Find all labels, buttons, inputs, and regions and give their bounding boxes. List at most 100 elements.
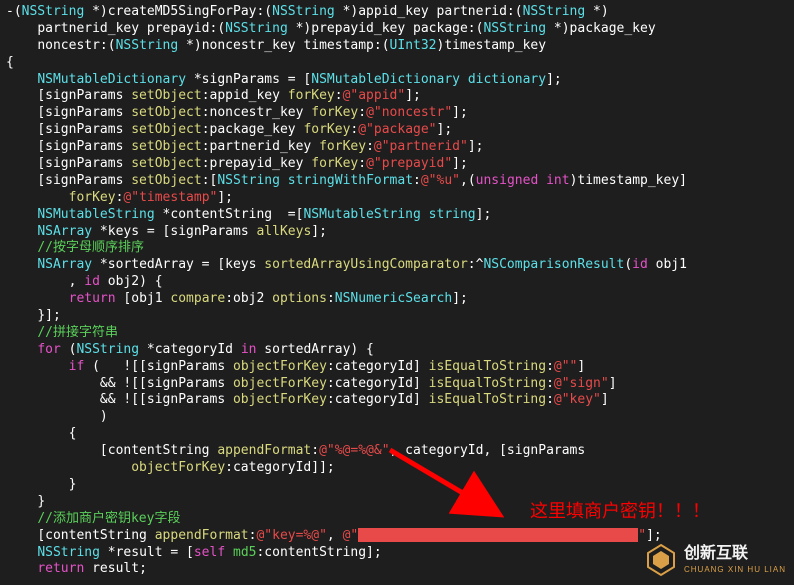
code-line: { <box>6 55 788 72</box>
code-token: :categoryId] <box>327 376 429 391</box>
code-token: setObject <box>131 156 201 171</box>
code-token: ]; <box>452 156 468 171</box>
code-token: :noncestr_key <box>202 105 312 120</box>
code-token <box>6 240 37 255</box>
code-token: [signParams <box>6 173 131 188</box>
code-token: setObject <box>131 139 201 154</box>
code-token: ]; <box>437 122 453 137</box>
code-token: ]; <box>452 291 468 306</box>
code-token: forKey <box>311 156 358 171</box>
code-token: ]; <box>452 105 468 120</box>
code-line: NSMutableString *contentString =[NSMutab… <box>6 207 788 224</box>
code-token: forKey <box>69 190 116 205</box>
code-token: ] <box>601 392 609 407</box>
code-token: [signParams <box>6 139 131 154</box>
code-token: *)appid_key partnerid:( <box>335 4 523 19</box>
code-token: NSString <box>76 342 139 357</box>
code-token: setObject <box>131 122 201 137</box>
code-token: @"noncestr" <box>366 105 452 120</box>
code-token <box>6 511 37 526</box>
code-token: md5 <box>233 545 256 560</box>
code-token: :obj2 <box>225 291 272 306</box>
code-token: partnerid_key prepayid:( <box>6 21 225 36</box>
code-token: ]; <box>546 72 562 87</box>
code-token: *) <box>585 4 608 19</box>
code-token: [signParams <box>6 156 131 171</box>
code-line: ) <box>6 409 788 426</box>
code-line: [signParams setObject:package_key forKey… <box>6 122 788 139</box>
code-token: :^ <box>468 257 484 272</box>
code-line: //按字母顺序排序 <box>6 240 788 257</box>
code-token: id <box>84 274 100 289</box>
code-token: *result = [ <box>100 545 194 560</box>
code-token: && ![[signParams <box>6 392 233 407</box>
code-token <box>6 325 37 340</box>
code-line: && ![[signParams objectForKey:categoryId… <box>6 376 788 393</box>
code-token: *)noncestr_key timestamp:( <box>178 38 389 53</box>
code-token: : <box>327 291 335 306</box>
code-token: && ![[signParams <box>6 376 233 391</box>
code-token: @"timestamp" <box>123 190 217 205</box>
code-line: }]; <box>6 308 788 325</box>
code-token: : <box>546 359 554 374</box>
code-token: sortedArray) { <box>256 342 373 357</box>
code-token: NSMutableDictionary <box>311 72 460 87</box>
watermark-logo-icon <box>644 543 678 577</box>
code-token: , categoryId, [signParams <box>390 443 594 458</box>
code-token: { <box>6 426 76 441</box>
code-line: [signParams setObject:noncestr_key forKe… <box>6 105 788 122</box>
code-token: @"" <box>554 359 577 374</box>
code-token <box>6 561 37 576</box>
code-token: , <box>6 274 84 289</box>
code-token: NSMutableString <box>37 207 154 222</box>
code-token: isEqualToString <box>429 376 546 391</box>
code-token: :categoryId] <box>327 392 429 407</box>
code-token: @"key=%@" <box>256 528 326 543</box>
code-token: return <box>69 291 116 306</box>
code-token: NSString <box>116 38 179 53</box>
code-token: @"package" <box>358 122 436 137</box>
code-token: setObject <box>131 105 201 120</box>
code-token: [signParams <box>6 122 131 137</box>
code-token: isEqualToString <box>429 359 546 374</box>
code-line: if ( ![[signParams objectForKey:category… <box>6 359 788 376</box>
code-token: appendFormat <box>155 528 249 543</box>
code-token: options <box>272 291 327 306</box>
code-token: " <box>638 528 646 543</box>
code-token: in <box>241 342 257 357</box>
code-token: //按字母顺序排序 <box>37 240 144 255</box>
code-token: obj1 <box>648 257 687 272</box>
code-token: : <box>546 392 554 407</box>
code-token <box>6 72 37 87</box>
code-token: { <box>6 55 14 70</box>
code-line: , id obj2) { <box>6 274 788 291</box>
code-token <box>6 342 37 357</box>
code-line: [signParams setObject:[NSString stringWi… <box>6 173 788 190</box>
code-token: [contentString <box>6 528 155 543</box>
code-token: NSString <box>483 21 546 36</box>
code-token: , <box>327 528 343 543</box>
code-token: @"prepayid" <box>366 156 452 171</box>
code-token: @"partnerid" <box>374 139 468 154</box>
code-token: obj2) { <box>100 274 163 289</box>
code-token: -( <box>6 4 22 19</box>
code-token: NSArray <box>37 257 92 272</box>
code-token: @"appid" <box>343 88 406 103</box>
code-line: -(NSString *)createMD5SingForPay:(NSStri… <box>6 4 788 21</box>
code-token: id <box>632 257 648 272</box>
code-token: } <box>6 477 76 492</box>
code-token: //添加商户密钥key字段 <box>37 511 180 526</box>
code-token <box>6 257 37 272</box>
code-token: : <box>335 88 343 103</box>
code-token: :partnerid_key <box>202 139 319 154</box>
code-token: ]; <box>468 139 484 154</box>
code-line: [signParams setObject:prepayid_key forKe… <box>6 156 788 173</box>
code-token: NSString <box>523 4 586 19</box>
code-token: objectForKey <box>131 460 225 475</box>
code-token: *)package_key <box>546 21 656 36</box>
code-token: :contentString]; <box>256 545 381 560</box>
code-token: @"%@=%@&" <box>319 443 389 458</box>
code-token: :appid_key <box>202 88 288 103</box>
code-token: [signParams <box>6 105 131 120</box>
code-token: @"%u" <box>421 173 460 188</box>
